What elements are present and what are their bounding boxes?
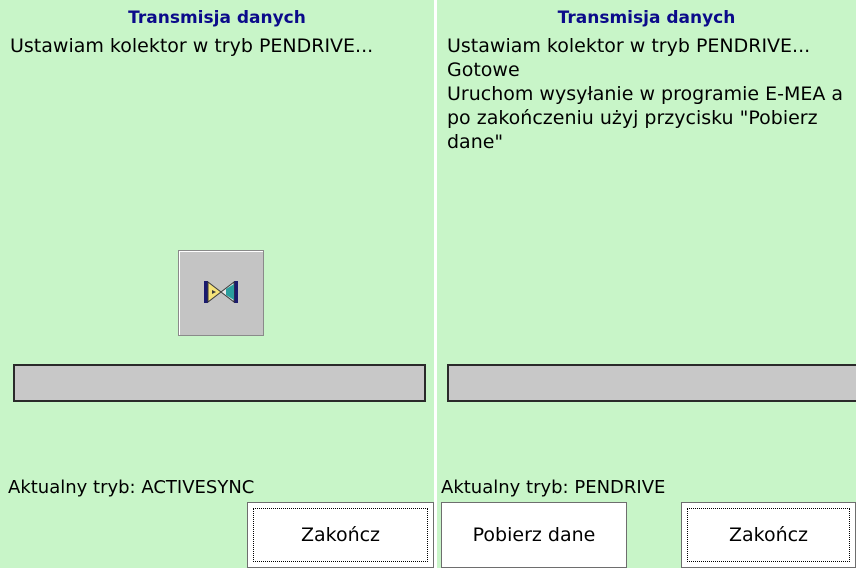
status-line: Ustawiam kolektor w tryb PENDRIVE...: [447, 35, 811, 57]
current-mode-label: Aktualny tryb: ACTIVESYNC: [8, 477, 255, 498]
progress-bar: [447, 364, 856, 402]
finish-button[interactable]: Zakończ: [681, 502, 856, 568]
current-mode-label: Aktualny tryb: PENDRIVE: [441, 477, 666, 498]
status-line: Gotowe: [447, 59, 520, 81]
hourglass-icon-graphic: [204, 281, 238, 303]
progress-bar: [13, 364, 426, 402]
status-line: Uruchom wysyłanie w programie E-MEA a po…: [447, 83, 850, 153]
screen-title: Transmisja danych: [557, 8, 736, 28]
status-message: Ustawiam kolektor w tryb PENDRIVE... Got…: [447, 34, 850, 154]
left-screen: Transmisja danych Ustawiam kolektor w tr…: [0, 0, 434, 568]
right-screen: Transmisja danych Ustawiam kolektor w tr…: [437, 0, 856, 568]
status-line: Ustawiam kolektor w tryb PENDRIVE...: [10, 35, 374, 57]
status-message: Ustawiam kolektor w tryb PENDRIVE...: [10, 34, 428, 58]
hourglass-icon: [178, 250, 264, 336]
screen-title: Transmisja danych: [128, 8, 306, 28]
fetch-data-button[interactable]: Pobierz dane: [441, 502, 627, 568]
finish-button[interactable]: Zakończ: [247, 502, 434, 568]
